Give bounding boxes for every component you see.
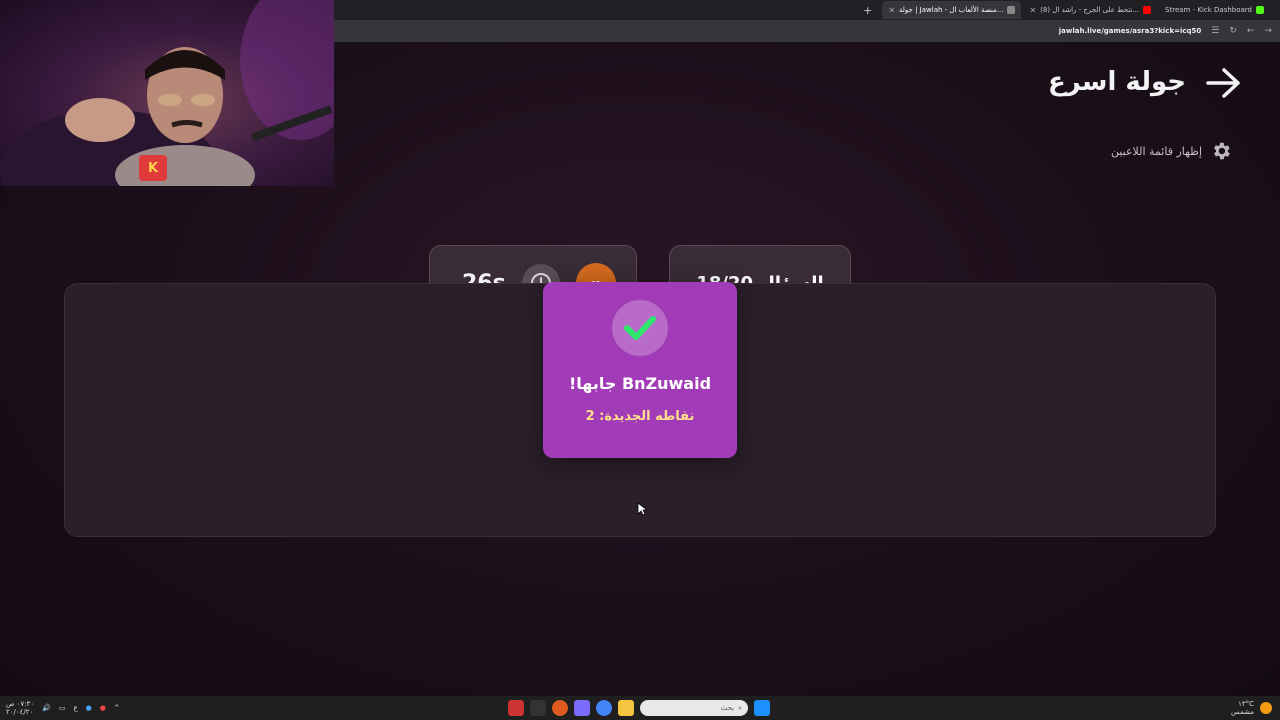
mouse-cursor-icon bbox=[637, 502, 647, 516]
show-players-label: إظهار قائمة اللاعبين bbox=[1110, 144, 1202, 158]
obs-app-icon[interactable] bbox=[508, 700, 524, 716]
language-indicator[interactable]: ع bbox=[73, 704, 77, 712]
youtube-favicon-icon bbox=[1143, 6, 1152, 14]
discord-app-icon[interactable] bbox=[574, 700, 590, 716]
new-tab-button[interactable]: + bbox=[855, 4, 880, 17]
close-tab-icon[interactable]: ✕ bbox=[1029, 6, 1036, 15]
show-players-toggle[interactable]: إظهار قائمة اللاعبين bbox=[1111, 140, 1232, 162]
volume-icon[interactable]: 🔊 bbox=[42, 704, 51, 712]
toast-subtitle: نقاطه الجديدة: 2 bbox=[585, 409, 695, 424]
gear-icon bbox=[1214, 142, 1230, 160]
streamer-video-image bbox=[0, 0, 334, 186]
toast-title: BnZuwaid جابها! bbox=[568, 374, 712, 393]
weather-label: مشمس bbox=[1231, 708, 1254, 716]
brave-app-icon[interactable] bbox=[552, 700, 568, 716]
tab-label: جولة | Jawlah - منصة الألعاب ال... bbox=[899, 6, 1004, 14]
page-title: جولة اسرع bbox=[1047, 67, 1186, 97]
webcam-overlay: K bbox=[0, 0, 334, 186]
weather-temp: ١٣°C bbox=[1238, 700, 1254, 708]
correct-answer-toast: BnZuwaid جابها! نقاطه الجديدة: 2 bbox=[543, 282, 737, 458]
network-icon[interactable]: ▭ bbox=[59, 704, 66, 712]
close-tab-icon[interactable]: ✕ bbox=[888, 6, 895, 15]
tab-label: (8) تتحط على الجرح - راشد ال... bbox=[1040, 6, 1140, 14]
back-icon[interactable]: → bbox=[1264, 26, 1272, 36]
system-tray-left: ٠٧:٣٠ ص ٢٠/٠٤/٢٠ 🔊 ▭ ع ● ● ^ bbox=[6, 700, 120, 716]
windows-taskbar: ٠٧:٣٠ ص ٢٠/٠٤/٢٠ 🔊 ▭ ع ● ● ^ بحث ⌕ ١٣°C … bbox=[0, 696, 1280, 720]
clock-time: ٠٧:٣٠ ص bbox=[6, 700, 35, 708]
extensions-icon[interactable]: ☰ bbox=[1211, 26, 1219, 36]
tab-youtube[interactable]: ✕ (8) تتحط على الجرح - راشد ال... bbox=[1023, 1, 1157, 19]
forward-icon[interactable]: ← bbox=[1247, 26, 1255, 36]
taskbar-apps: بحث ⌕ bbox=[508, 700, 770, 716]
chevron-up-icon[interactable]: ^ bbox=[114, 704, 120, 712]
url-field[interactable]: jawlah.live/games/asra3?kick=icq50 bbox=[1059, 27, 1202, 35]
record-icon[interactable]: ● bbox=[100, 704, 106, 712]
kick-logo-icon: K bbox=[139, 155, 167, 181]
chrome-app-icon[interactable] bbox=[596, 700, 612, 716]
sun-icon bbox=[1260, 702, 1272, 714]
weather-widget[interactable]: ١٣°C مشمس bbox=[1231, 700, 1272, 716]
tab-kick-dashboard[interactable]: Stream - Kick Dashboard bbox=[1159, 1, 1270, 19]
taskbar-search-input[interactable]: بحث ⌕ bbox=[640, 700, 748, 716]
checkmark-icon bbox=[612, 300, 668, 356]
windows-start-icon[interactable] bbox=[754, 700, 770, 716]
search-icon: ⌕ bbox=[738, 703, 742, 712]
kick-favicon-icon bbox=[1256, 6, 1264, 14]
clock[interactable]: ٠٧:٣٠ ص ٢٠/٠٤/٢٠ bbox=[6, 700, 34, 716]
clock-date: ٢٠/٠٤/٢٠ bbox=[6, 708, 34, 716]
tab-jawlah[interactable]: ✕ جولة | Jawlah - منصة الألعاب ال... bbox=[882, 1, 1022, 19]
tab-favicon-icon bbox=[1007, 6, 1016, 14]
search-placeholder: بحث bbox=[720, 704, 735, 712]
file-explorer-icon[interactable] bbox=[618, 700, 634, 716]
reload-icon[interactable]: ↻ bbox=[1229, 26, 1237, 36]
back-arrow-icon[interactable] bbox=[1204, 66, 1244, 100]
tab-label: Stream - Kick Dashboard bbox=[1165, 6, 1252, 14]
mic-icon[interactable]: ● bbox=[86, 704, 92, 712]
calculator-app-icon[interactable] bbox=[530, 700, 546, 716]
